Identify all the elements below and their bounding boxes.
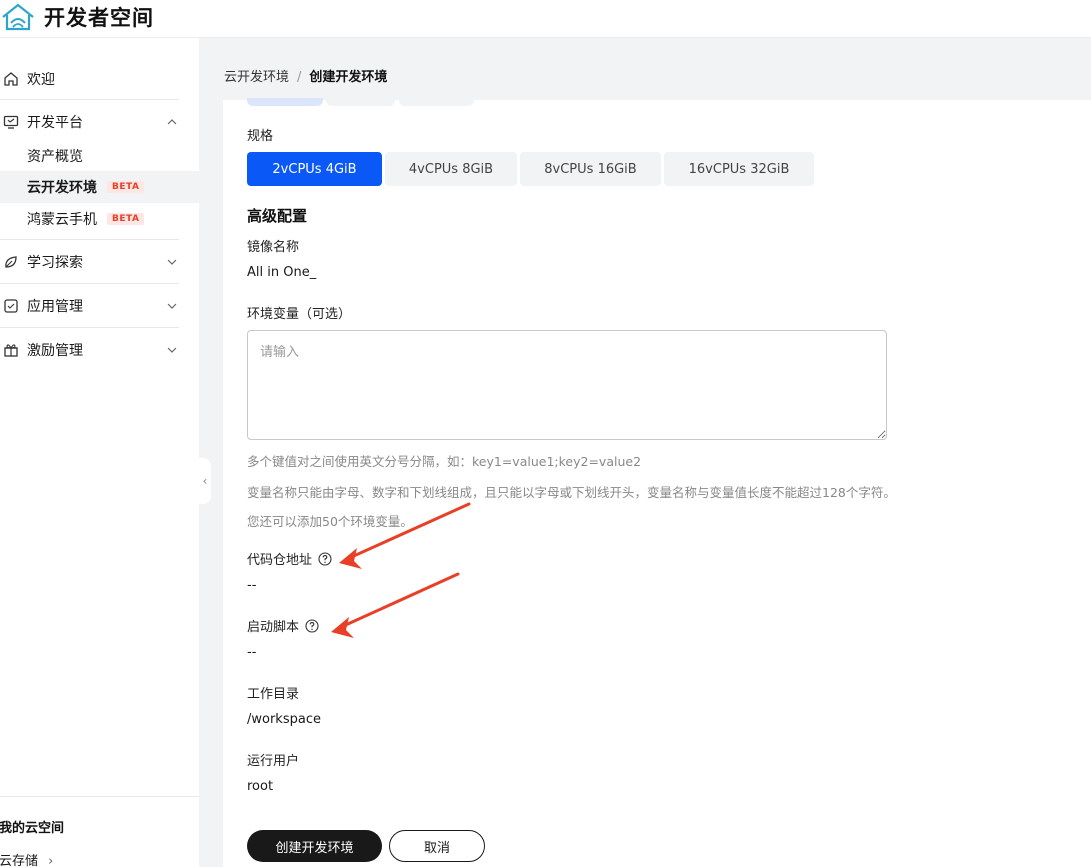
chevron-down-icon[interactable] <box>166 256 178 268</box>
repo-address-label-text: 代码仓地址 <box>247 553 313 568</box>
sidebar-item-label: 应用管理 <box>27 299 83 315</box>
breadcrumb: 云开发环境 / 创建开发环境 <box>224 66 387 85</box>
repo-address-value: -- <box>247 578 257 593</box>
divider <box>0 99 179 100</box>
beta-badge: BETA <box>107 181 145 193</box>
sidebar-subitem-label: 云开发环境 <box>27 180 97 196</box>
monitor-icon <box>3 115 19 129</box>
chevron-down-icon[interactable] <box>166 344 178 356</box>
scrolled-tab-stub[interactable] <box>247 98 323 106</box>
help-circle-icon[interactable] <box>305 619 319 633</box>
app-box-icon <box>4 299 18 313</box>
repo-address-label: 代码仓地址 <box>247 549 332 568</box>
chevron-up-icon[interactable] <box>166 116 178 128</box>
sidebar-subitem-asset-overview[interactable]: 资产概览 <box>27 145 83 167</box>
sidebar-subitem-cloud-dev-env[interactable]: 云开发环境 BETA <box>27 176 145 198</box>
cloud-storage-label: 云存储 <box>0 854 39 867</box>
spec-option-8vcpu[interactable]: 8vCPUs 16GiB <box>520 152 661 186</box>
leaf-icon <box>5 256 17 268</box>
cancel-button[interactable]: 取消 <box>389 830 485 862</box>
run-user-label: 运行用户 <box>247 754 300 769</box>
beta-badge: BETA <box>107 213 145 225</box>
breadcrumb-current: 创建开发环境 <box>309 70 388 85</box>
sidebar-item-incentive-management[interactable]: 激励管理 <box>0 339 199 361</box>
divider <box>0 796 199 797</box>
advanced-config-title: 高级配置 <box>247 207 308 225</box>
spec-option-16vcpu[interactable]: 16vCPUs 32GiB <box>664 152 814 186</box>
sidebar-subitem-label: 鸿蒙云手机 <box>27 212 97 228</box>
sidebar-item-label: 激励管理 <box>27 343 83 359</box>
spec-option-2vcpu[interactable]: 2vCPUs 4GiB <box>247 152 382 186</box>
breadcrumb-parent[interactable]: 云开发环境 <box>224 70 289 85</box>
startup-script-label-text: 启动脚本 <box>247 620 300 635</box>
chevron-left-icon: ‹ <box>202 474 208 488</box>
scrolled-tab-stub[interactable] <box>326 98 395 106</box>
sidebar: 欢迎 开发平台 资产概览 云开发环境 BETA 鸿蒙云手机 BETA 学习探索 <box>0 38 199 867</box>
sidebar-item-welcome[interactable]: 欢迎 <box>0 68 199 90</box>
help-circle-icon[interactable] <box>318 552 332 566</box>
spec-label: 规格 <box>247 129 274 144</box>
divider <box>0 239 179 240</box>
create-environment-button[interactable]: 创建开发环境 <box>247 830 382 862</box>
env-vars-input[interactable] <box>247 330 887 440</box>
env-hint-naming: 变量名称只能由字母、数字和下划线组成，且只能以字母或下划线开头，变量名称与变量值… <box>247 485 896 500</box>
top-bar: 开发者空间 <box>0 0 1091 38</box>
sidebar-item-label: 开发平台 <box>27 115 83 131</box>
env-vars-label: 环境变量（可选） <box>247 307 352 322</box>
cloud-storage-link[interactable]: 云存储 › <box>0 850 53 867</box>
sidebar-subitem-label: 资产概览 <box>27 149 83 165</box>
env-hint-format: 多个键值对之间使用英文分号分隔，如：key1=value1;key2=value… <box>247 454 642 469</box>
developer-space-logo-icon[interactable] <box>0 1 36 33</box>
chevron-down-icon[interactable] <box>166 300 178 312</box>
spec-option-4vcpu[interactable]: 4vCPUs 8GiB <box>385 152 517 186</box>
chevron-right-icon: › <box>48 854 54 867</box>
startup-script-value: -- <box>247 645 257 660</box>
my-cloud-space-title: 我的云空间 <box>0 821 65 836</box>
sidebar-item-dev-platform[interactable]: 开发平台 <box>0 111 199 133</box>
sidebar-item-label: 欢迎 <box>27 72 55 88</box>
breadcrumb-separator: / <box>297 70 302 85</box>
run-user-value: root <box>247 779 274 794</box>
workdir-label: 工作目录 <box>247 687 300 702</box>
gift-icon <box>4 344 18 357</box>
sidebar-item-label: 学习探索 <box>27 255 83 271</box>
divider <box>0 283 179 284</box>
scrolled-tab-stub[interactable] <box>399 98 474 106</box>
sidebar-subitem-harmony-cloud-phone[interactable]: 鸿蒙云手机 BETA <box>27 208 145 230</box>
env-hint-remaining: 您还可以添加50个环境变量。 <box>247 514 413 529</box>
image-name-label: 镜像名称 <box>247 240 300 255</box>
startup-script-label: 启动脚本 <box>247 616 319 635</box>
image-name-value: All in One_ <box>247 265 317 280</box>
sidebar-item-app-management[interactable]: 应用管理 <box>0 295 199 317</box>
sidebar-item-learn-explore[interactable]: 学习探索 <box>0 251 199 273</box>
brand-title[interactable]: 开发者空间 <box>44 2 154 32</box>
sidebar-collapse-handle[interactable]: ‹ <box>199 458 211 504</box>
home-icon <box>4 72 18 86</box>
divider <box>0 327 179 328</box>
workdir-value: /workspace <box>247 712 321 727</box>
